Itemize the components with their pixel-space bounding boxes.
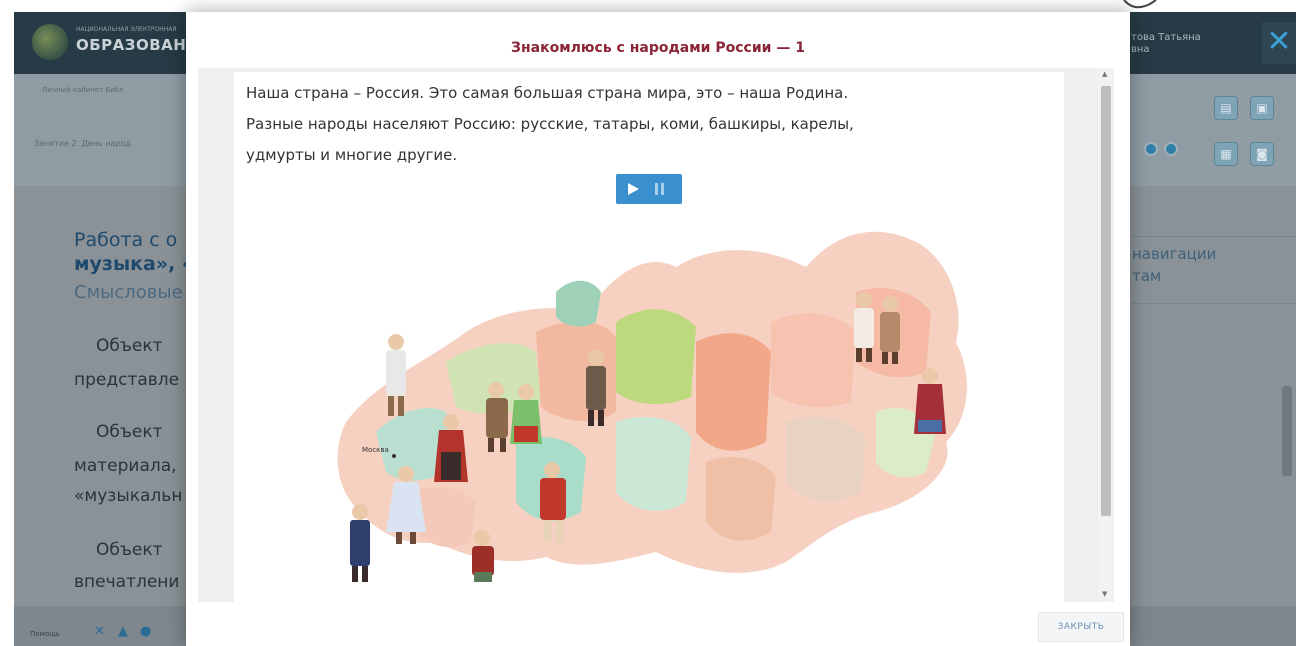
site-logo-caption: НАЦИОНАЛЬНАЯ ЭЛЕКТРОННАЯ [76,26,177,33]
gallery-icon[interactable]: ▣ [1250,96,1274,120]
paragraph-line: Объект [96,540,163,560]
map-region [706,457,776,541]
page-navigation[interactable]: навигации там [1132,236,1296,304]
notes-icon[interactable]: ▤ [1214,96,1238,120]
prev-step-icon[interactable] [1144,142,1158,156]
next-step-icon[interactable] [1164,142,1178,156]
map-city-label: Москва [362,446,389,454]
settings-icon[interactable]: ● [140,624,151,639]
lesson-subheading: Смысловые [74,282,183,303]
map-region [771,313,856,408]
page-scrollbar[interactable] [1282,386,1292,476]
modal-scrollbar[interactable]: ▲ ▼ [1098,68,1114,602]
lesson-heading: Работа с о музыка», « [74,228,194,276]
audio-player[interactable] [616,174,682,204]
map-region [696,333,771,451]
intro-paragraph: Наша страна – Россия. Это самая большая … [246,78,1046,171]
breadcrumb[interactable]: Личный кабинет Библ [42,86,124,94]
map-region [416,486,476,548]
user-name-line1: това Татьяна [1131,32,1201,43]
paragraph-line: Разные народы населяют Россию: русские, … [246,115,854,133]
help-label[interactable]: Помощь [30,630,60,638]
map-region [786,417,866,501]
close-button[interactable]: ЗАКРЫТЬ [1038,612,1124,642]
paragraph-line: Объект [96,422,163,442]
lesson-heading-line1: Работа с о [74,229,178,251]
russia-map-illustration: Москва [337,231,967,582]
user-name-line2: вна [1131,44,1150,55]
paragraph-line: Объект [96,336,163,356]
map-region [616,309,696,404]
figure-person [350,504,370,582]
content-card: Наша страна – Россия. Это самая большая … [234,72,1064,602]
page-navigation-line1: навигации [1132,245,1217,263]
paragraph-line: «музыкальн [74,486,183,506]
paragraph-line: впечатлени [74,572,180,592]
content-modal: Знакомлюсь с народами России — 1 Наша ст… [186,12,1130,646]
paragraph-line: представле [74,370,180,390]
map-region [556,280,601,327]
modal-title: Знакомлюсь с народами России — 1 [511,40,805,56]
top-strip [0,0,1296,12]
lesson-selector[interactable]: Занятие 2. День народ [34,139,131,148]
fullscreen-icon[interactable]: ✕ [94,624,105,639]
corner-mark [1123,0,1157,9]
user-name[interactable]: това Татьяна вна [1131,32,1201,56]
map-city-dot [392,454,396,458]
site-logo-title[interactable]: ОБРАЗОВАНИ [76,36,199,54]
play-icon[interactable] [625,181,641,197]
chat-icon[interactable]: ◙ [1250,142,1274,166]
map-region [616,417,691,511]
page-navigation-line2: там [1132,267,1162,285]
site-logo-icon [32,24,68,60]
scroll-down-icon[interactable]: ▼ [1102,590,1107,598]
scroll-up-icon[interactable]: ▲ [1102,70,1107,78]
scroll-thumb[interactable] [1101,86,1111,516]
pause-icon[interactable] [654,182,666,196]
lesson-heading-line2: музыка», « [74,253,195,275]
close-icon[interactable]: ✕ [1262,22,1296,64]
modal-body: Наша страна – Россия. Это самая большая … [198,68,1098,602]
lock-icon[interactable]: ▲ [118,624,128,639]
grid-icon[interactable]: ▦ [1214,142,1238,166]
paragraph-line: удмурты и многие другие. [246,146,458,164]
paragraph-line: материала, [74,456,177,476]
paragraph-line: Наша страна – Россия. Это самая большая … [246,84,849,102]
